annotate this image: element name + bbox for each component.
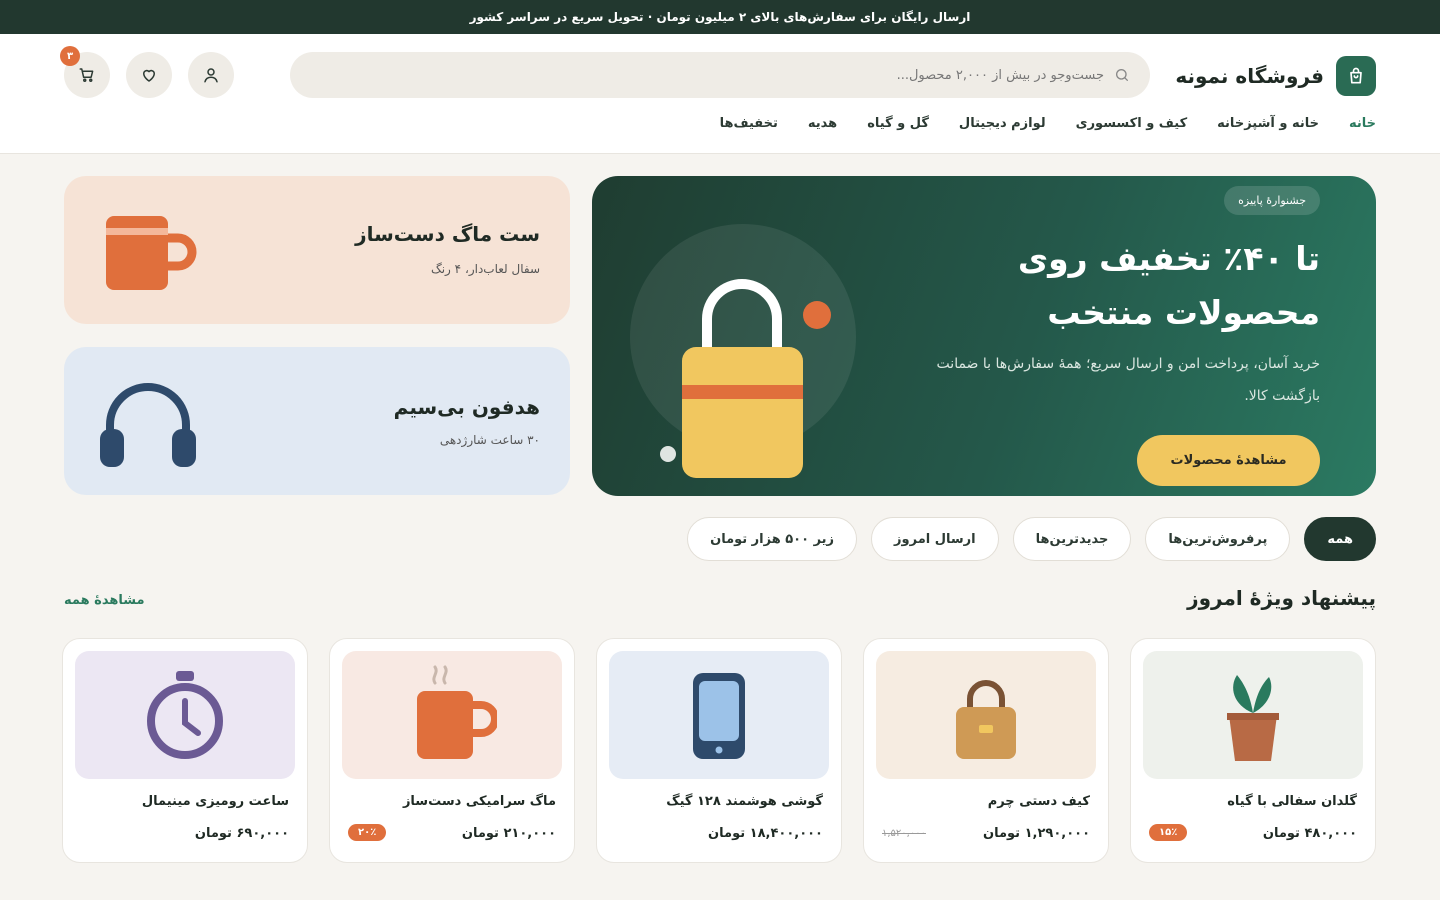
promo-card-subtitle: ۳۰ ساعت شارژدهی [439,433,540,447]
filter-chips: همه پرفروش‌ترین‌ها جدیدترین‌ها ارسال امر… [687,517,1376,561]
chip-ship-today[interactable]: ارسال امروز [871,517,999,561]
announcement-text: ارسال رایگان برای سفارش‌های بالای ۲ میلی… [469,10,971,24]
nav-item-discounts[interactable]: تخفیف‌ها [720,116,778,131]
search-bar[interactable] [290,52,1150,98]
hero-title: تا ۴۰٪ تخفیف روی محصولات منتخب [900,232,1320,340]
product-card[interactable]: ساعت رومیزی مینیمال ۶۹۰,۰۰۰ تومان [62,638,308,863]
mug-icon [417,665,497,759]
product-price: ۶۹۰,۰۰۰ تومان [194,826,289,841]
product-image [876,651,1096,779]
view-products-button[interactable]: مشاهدهٔ محصولات [1137,435,1320,486]
chip-under-500k[interactable]: زیر ۵۰۰ هزار تومان [687,517,858,561]
clock-icon [147,671,223,759]
chip-all[interactable]: همه [1304,517,1376,561]
plant-pot-icon [1227,675,1279,761]
discount-badge: ۱۵٪ [1149,824,1188,841]
nav-item-home[interactable]: خانه [1349,116,1376,131]
product-name: گوشی هوشمند ۱۲۸ گیگ [666,794,823,809]
headphones-icon [100,383,196,467]
promo-card-mug-set[interactable]: ست ماگ دست‌ساز سفال لعاب‌دار، ۴ رنگ [64,176,570,324]
promo-card-headphones[interactable]: هدفون بی‌سیم ۳۰ ساعت شارژدهی [64,347,570,495]
hero-badge: جشنوارهٔ پاییزه [1224,186,1320,215]
hero-subtitle: خرید آسان، پرداخت امن و ارسال سریع؛ همهٔ… [936,356,1320,404]
promo-card-title: هدفون بی‌سیم [393,395,540,419]
product-name: گلدان سفالی با گیاه [1227,794,1357,809]
search-input[interactable] [804,67,1104,83]
product-name: ماگ سرامیکی دست‌ساز [402,794,556,809]
announcement-bar: ارسال رایگان برای سفارش‌های بالای ۲ میلی… [0,0,1440,34]
user-icon [204,68,218,83]
hero-banner: جشنوارهٔ پاییزه تا ۴۰٪ تخفیف روی محصولات… [592,176,1376,496]
nav-item-bags[interactable]: کیف و اکسسوری [1076,116,1188,131]
site-header: فروشگاه نمونه ۳ [0,34,1440,154]
section-title: پیشنهاد ویژهٔ امروز [1187,586,1376,610]
nav-item-plants[interactable]: گل و گیاه [867,116,929,131]
see-all-link[interactable]: مشاهدهٔ همه [64,593,145,608]
product-card[interactable]: ماگ سرامیکی دست‌ساز ۲۱۰,۰۰۰ تومان ۲۰٪ [329,638,575,863]
shopping-bag-logo-icon [1336,56,1376,96]
cart-icon [79,68,94,82]
brand-name: فروشگاه نمونه [1175,64,1324,88]
product-price: ۴۸۰,۰۰۰ تومان [1262,826,1357,841]
nav-item-digital[interactable]: لوازم دیجیتال [959,116,1046,131]
smartphone-icon [693,673,745,759]
heart-icon [143,69,155,82]
product-list: گلدان سفالی با گیاه ۴۸۰,۰۰۰ تومان ۱۵٪ کی… [62,638,1376,863]
search-icon [1116,69,1128,81]
handbag-icon [956,680,1016,759]
promo-card-title: ست ماگ دست‌ساز [355,222,540,246]
product-image [1143,651,1363,779]
chip-newest[interactable]: جدیدترین‌ها [1012,517,1132,561]
main-nav: خانه خانه و آشپزخانه کیف و اکسسوری لوازم… [720,116,1376,131]
product-price: ۱,۲۹۰,۰۰۰ تومان [982,826,1090,841]
promo-card-subtitle: سفال لعاب‌دار، ۴ رنگ [430,262,540,276]
cart-count-badge: ۳ [60,46,80,66]
product-card[interactable]: کیف دستی چرم ۱,۲۹۰,۰۰۰ تومان ۱,۵۲۰,۰۰۰ [863,638,1109,863]
nav-item-home-kitchen[interactable]: خانه و آشپزخانه [1217,116,1319,131]
product-price: ۲۱۰,۰۰۰ تومان [461,826,556,841]
product-card[interactable]: گوشی هوشمند ۱۲۸ گیگ ۱۸,۴۰۰,۰۰۰ تومان [596,638,842,863]
nav-item-gifts[interactable]: هدیه [808,116,837,131]
product-image [342,651,562,779]
wishlist-button[interactable] [126,52,172,98]
product-name: ساعت رومیزی مینیمال [141,794,289,809]
chip-bestsellers[interactable]: پرفروش‌ترین‌ها [1145,517,1291,561]
discount-badge: ۲۰٪ [348,824,387,841]
product-image [75,651,295,779]
account-button[interactable] [188,52,234,98]
hero-illustration [630,224,856,478]
product-name: کیف دستی چرم [987,794,1090,809]
product-price: ۱۸,۴۰۰,۰۰۰ تومان [708,826,823,841]
cart-button[interactable]: ۳ [60,46,110,98]
old-price: ۱,۵۲۰,۰۰۰ [882,828,926,839]
product-card[interactable]: گلدان سفالی با گیاه ۴۸۰,۰۰۰ تومان ۱۵٪ [1130,638,1376,863]
hero-title-line-1: تا ۴۰٪ تخفیف روی [1017,239,1320,278]
shopping-bag-illustration-icon [660,279,831,478]
mug-icon [106,216,197,290]
hero-title-line-2: محصولات منتخب [1047,293,1320,332]
brand[interactable]: فروشگاه نمونه [1175,56,1376,96]
product-image [609,651,829,779]
